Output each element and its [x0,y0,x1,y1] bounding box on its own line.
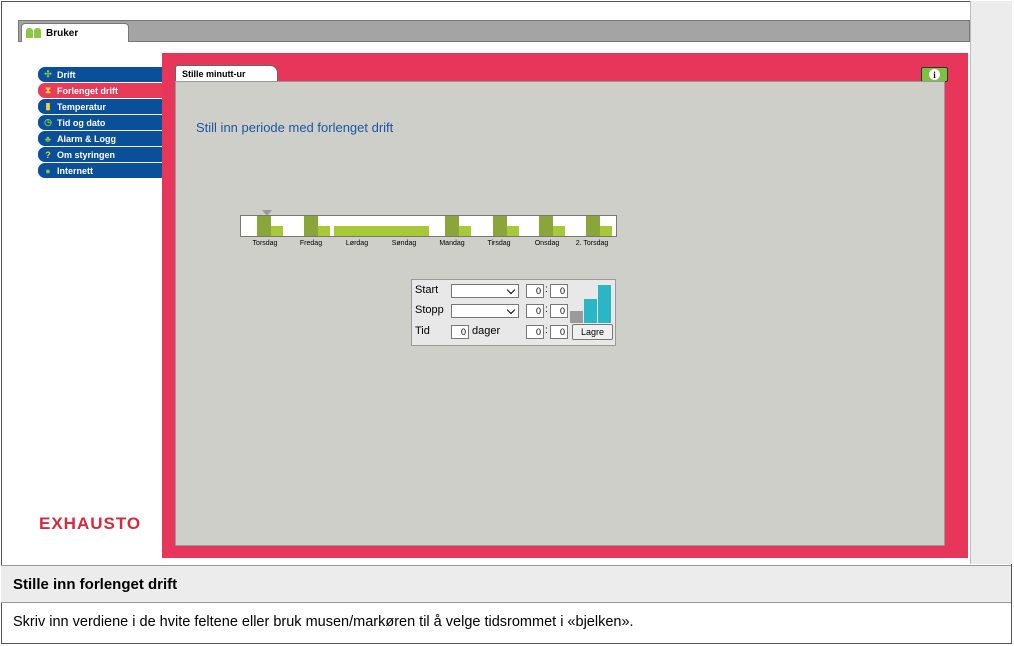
timeline-block [459,226,471,236]
thermometer-icon: ▮ [45,101,51,111]
stopp-label: Stopp [415,304,444,316]
timeline-day-labels: Torsdag Fredag Lørdag Søndag Mandag Tirs… [240,240,617,250]
tab-bruker-label: Bruker [46,27,79,39]
day-label: Onsdag [534,240,560,247]
tid-hour-input[interactable]: 0 [526,325,544,339]
section-title: Stille inn forlenget drift [1,565,1011,603]
sidebar-item-label: Internett [57,165,93,176]
sidebar: ✣ Drift ⧗ Forlenget drift ▮ Temperatur ◷… [38,67,162,179]
start-hour-input[interactable]: 0 [526,284,544,298]
fan-icon: ✣ [44,69,52,79]
sidebar-item-label: Forlenget drift [57,85,118,96]
sidebar-item-label: Drift [57,69,76,80]
instruction-text: Skriv inn verdiene i de hvite feltene el… [13,614,634,630]
clock-icon: ◷ [44,117,52,127]
timeline-block [507,226,519,236]
sidebar-item-label: Alarm & Logg [57,133,117,144]
app-screenshot: Bruker ✣ Drift ⧗ Forlenget drift ▮ Tempe… [18,15,970,565]
right-margin [970,1,1012,564]
question-icon: ? [45,149,51,160]
timeline-block [600,226,612,236]
day-label: 2. Torsdag [575,240,609,247]
stopp-hour-input[interactable]: 0 [526,304,544,318]
sidebar-item-temperatur[interactable]: ▮ Temperatur [38,99,162,114]
tid-days-input[interactable]: 0 [451,325,469,339]
sidebar-item-internett[interactable]: ● Internett [38,163,162,178]
info-button[interactable]: i [921,67,948,82]
tab-bruker[interactable]: Bruker [21,23,129,42]
sidebar-item-drift[interactable]: ✣ Drift [38,67,162,82]
timeline-block [257,216,271,236]
stopp-minute-input[interactable]: 0 [550,304,568,318]
timeline-block [271,226,283,236]
save-button[interactable]: Lagre [572,324,613,340]
sidebar-item-label: Tid og dato [57,117,106,128]
timeline-block [318,226,330,236]
level-bar [570,311,583,323]
timeline-block [586,216,600,236]
hourglass-icon: ⧗ [44,85,52,95]
day-label: Torsdag [252,240,278,247]
stopp-day-select[interactable] [451,304,519,318]
timeline-block [334,226,429,236]
start-day-select[interactable] [451,284,519,298]
sidebar-item-alarm-logg[interactable]: ♣ Alarm & Logg [38,131,162,146]
top-tab-bar: Bruker [18,20,970,42]
dager-label: dager [472,325,501,337]
start-label: Start [415,284,439,296]
timeline-block [304,216,318,236]
page-title: Still inn periode med forlenget drift [196,120,394,135]
period-form: Start 0 : 0 Stopp 0 : 0 Tid 0 dager 0 : … [411,279,616,346]
tab-stille-minutt-ur[interactable]: Stille minutt-ur [175,65,278,82]
timeline-block [553,226,565,236]
users-icon [26,28,42,38]
time-colon: : [545,325,548,336]
timeline-block [493,216,507,236]
day-label: Lørdag [345,240,369,247]
sidebar-item-tid-og-dato[interactable]: ◷ Tid og dato [38,115,162,130]
content-area: Still inn periode med forlenget drift To… [175,81,945,546]
main-panel: Stille minutt-ur i Still inn periode med… [162,53,968,558]
sidebar-item-om-styringen[interactable]: ? Om styringen [38,147,162,162]
sidebar-item-label: Temperatur [57,101,106,112]
globe-icon: ● [45,165,51,176]
tid-label: Tid [415,325,430,337]
schedule-timeline-bar[interactable] [240,215,617,237]
bell-icon: ♣ [45,133,51,144]
day-label: Fredag [299,240,323,247]
exhausto-logo: EXHAUSTO [39,514,142,533]
day-label: Tirsdag [487,240,511,247]
day-label: Mandag [439,240,465,247]
level-bar [598,285,611,323]
time-colon: : [545,304,548,315]
timeline-block [539,216,553,236]
info-icon: i [929,69,940,80]
sidebar-item-label: Om styringen [57,149,116,160]
timeline-block [445,216,459,236]
day-label: Søndag [391,240,417,247]
sidebar-item-forlenget-drift[interactable]: ⧗ Forlenget drift [38,83,162,98]
level-bar [584,299,597,323]
start-minute-input[interactable]: 0 [550,284,568,298]
time-colon: : [545,284,548,295]
fan-level-indicator[interactable] [570,283,614,323]
tid-minute-input[interactable]: 0 [550,325,568,339]
